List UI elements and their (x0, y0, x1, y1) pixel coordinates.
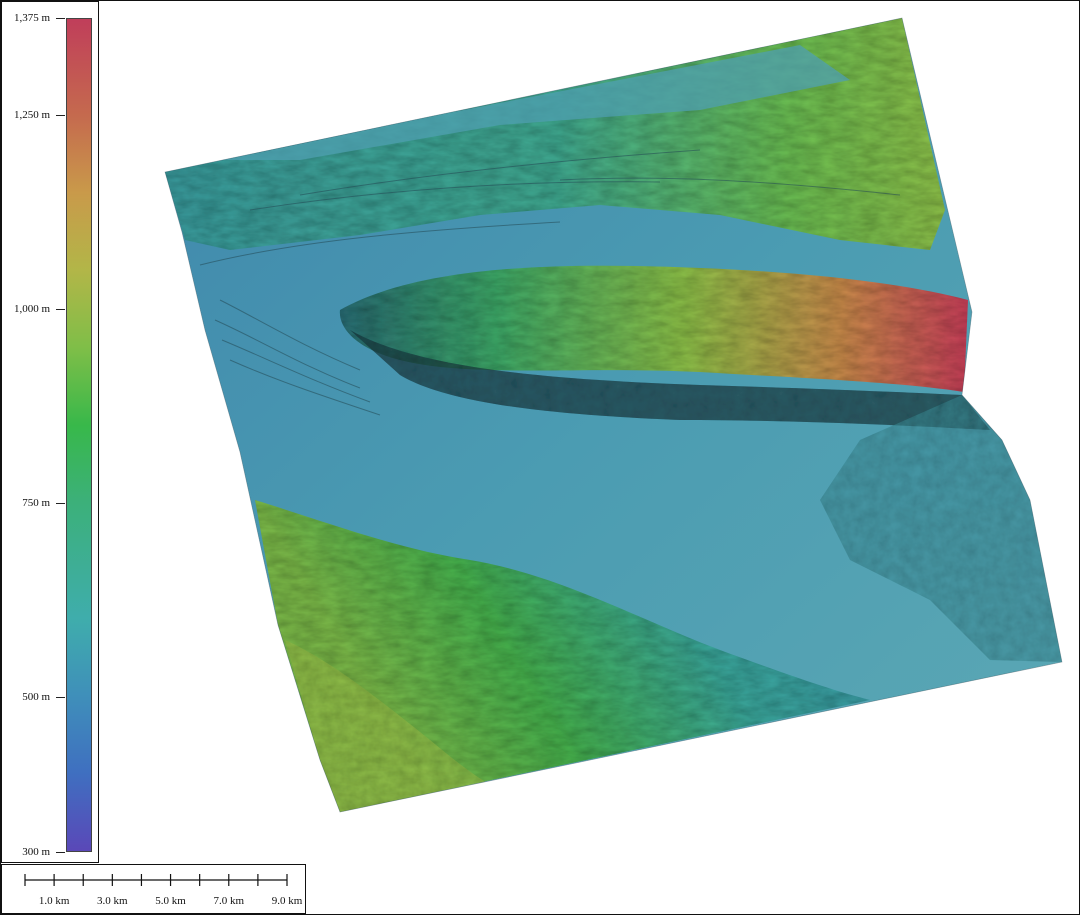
legend-tick-label: 1,250 m (13, 108, 50, 121)
scale-bar-label: 1.0 km (38, 895, 70, 907)
scale-bar-label: 9.0 km (271, 895, 303, 907)
scale-bar-label: 5.0 km (155, 895, 186, 907)
elevation-map (164, 17, 1063, 813)
legend-tick-mark (56, 308, 65, 310)
legend-tick-mark (56, 502, 65, 504)
scale-bar-label: 3.0 km (97, 895, 128, 907)
legend-tick-label: 1,000 m (13, 302, 50, 315)
elevation-color-ramp (66, 18, 92, 852)
legend-tick-label: 500 m (22, 690, 50, 703)
legend-tick-mark (56, 18, 65, 19)
elevation-legend: 1,375 m 1,250 m 1,000 m 750 m 500 m 300 m (1, 1, 99, 863)
legend-tick-mark (56, 696, 65, 698)
scale-bar: 1.0 km 3.0 km 5.0 km 7.0 km 9.0 km (1, 864, 306, 914)
legend-tick-mark (56, 114, 65, 116)
legend-tick-label: 750 m (22, 496, 50, 509)
legend-tick-mark (56, 852, 65, 853)
legend-tick-label: 300 m (22, 846, 50, 858)
scale-bar-label: 7.0 km (213, 895, 245, 907)
legend-tick-label: 1,375 m (13, 12, 50, 24)
